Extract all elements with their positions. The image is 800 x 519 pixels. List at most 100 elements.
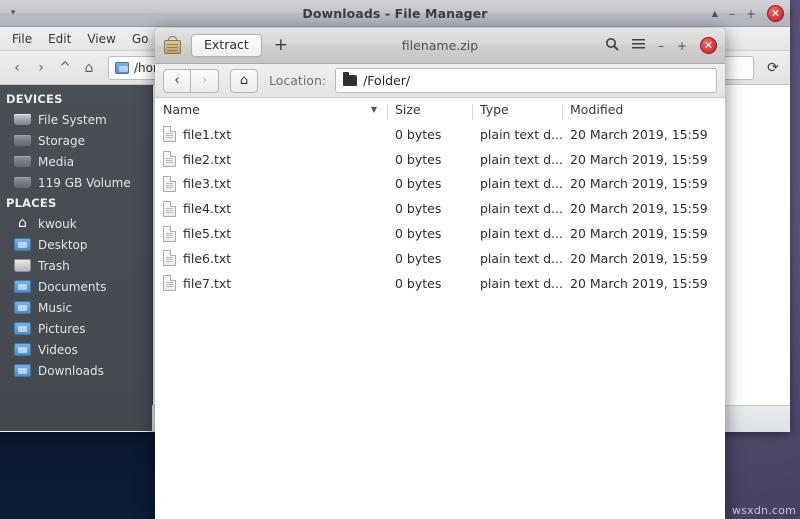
archive-home-button[interactable]: ⌂: [230, 69, 258, 93]
sidebar-item-music[interactable]: Music: [0, 297, 152, 318]
column-header-modified[interactable]: Modified: [562, 102, 725, 117]
cell-size: 0 bytes: [387, 152, 472, 167]
table-row[interactable]: file4.txt0 bytesplain text d...20 March …: [155, 196, 725, 221]
file-manager-window-controls[interactable]: ▲ – + ✕: [712, 0, 784, 27]
back-icon[interactable]: ‹: [6, 57, 28, 79]
extract-button[interactable]: Extract: [191, 34, 262, 57]
hamburger-menu-icon[interactable]: [632, 38, 645, 53]
file-manager-titlebar[interactable]: ▾ Downloads - File Manager ▲ – + ✕: [0, 0, 790, 27]
forward-icon[interactable]: ›: [30, 57, 52, 79]
archive-maximize-button[interactable]: +: [677, 40, 687, 52]
archive-manager-window[interactable]: Extract + filename.zip – + ✕: [155, 28, 725, 519]
sidebar-item-label: File System: [38, 113, 107, 127]
table-row[interactable]: file5.txt0 bytesplain text d...20 March …: [155, 221, 725, 246]
sidebar-item-label: Documents: [38, 280, 106, 294]
text-file-icon: [163, 151, 176, 167]
cell-modified: 20 March 2019, 15:59: [562, 201, 725, 216]
up-icon[interactable]: ^: [54, 57, 76, 79]
archive-column-headers[interactable]: Name ▼ Size Type Modified: [155, 98, 725, 122]
maximize-button[interactable]: +: [746, 8, 756, 20]
file-name-label: file7.txt: [183, 276, 231, 291]
cell-name[interactable]: file2.txt: [155, 151, 387, 167]
archive-location-bar[interactable]: ‹ › ⌂ Location: /Folder/: [155, 64, 725, 98]
column-header-type[interactable]: Type: [472, 102, 562, 117]
sidebar-item-label: Videos: [38, 343, 78, 357]
table-row[interactable]: file3.txt0 bytesplain text d...20 March …: [155, 172, 725, 197]
sidebar-item-label: Storage: [38, 134, 85, 148]
archive-forward-button[interactable]: ›: [191, 69, 219, 93]
sidebar-item-downloads[interactable]: Downloads: [0, 360, 152, 381]
file-name-label: file5.txt: [183, 226, 231, 241]
archive-minimize-button[interactable]: –: [658, 40, 664, 52]
home-icon: ⌂: [14, 216, 31, 231]
text-file-icon: [163, 176, 176, 192]
sidebar-item-119gb-volume[interactable]: 119 GB Volume: [0, 172, 152, 193]
table-row[interactable]: file2.txt0 bytesplain text d...20 March …: [155, 147, 725, 172]
sidebar-item-storage[interactable]: Storage: [0, 130, 152, 151]
archive-headerbar[interactable]: Extract + filename.zip – + ✕: [155, 28, 725, 64]
cell-name[interactable]: file3.txt: [155, 176, 387, 192]
unmaximize-button[interactable]: ▲: [712, 10, 718, 18]
menu-item-file[interactable]: File: [4, 30, 40, 48]
location-input[interactable]: /Folder/: [335, 68, 717, 93]
column-header-name[interactable]: Name ▼: [155, 102, 387, 117]
file-manager-sidebar[interactable]: DEVICES File System Storage Media 119 GB…: [0, 85, 152, 431]
text-file-icon: [163, 201, 176, 217]
menu-item-go[interactable]: Go: [124, 30, 157, 48]
archive-nav-buttons[interactable]: ‹ ›: [163, 69, 219, 93]
file-name-label: file3.txt: [183, 176, 231, 191]
cell-size: 0 bytes: [387, 176, 472, 191]
sidebar-item-documents[interactable]: Documents: [0, 276, 152, 297]
cell-name[interactable]: file4.txt: [155, 201, 387, 217]
cell-size: 0 bytes: [387, 251, 472, 266]
sidebar-item-desktop[interactable]: Desktop: [0, 234, 152, 255]
sidebar-item-label: 119 GB Volume: [38, 176, 131, 190]
archive-close-button[interactable]: ✕: [700, 37, 717, 54]
sidebar-item-label: Pictures: [38, 322, 86, 336]
table-row[interactable]: file6.txt0 bytesplain text d...20 March …: [155, 246, 725, 271]
sidebar-item-label: Media: [38, 155, 74, 169]
sidebar-item-file-system[interactable]: File System: [0, 109, 152, 130]
table-row[interactable]: file1.txt0 bytesplain text d...20 March …: [155, 122, 725, 147]
cell-modified: 20 March 2019, 15:59: [562, 226, 725, 241]
cell-modified: 20 March 2019, 15:59: [562, 127, 725, 142]
sort-descending-icon[interactable]: ▼: [371, 105, 377, 114]
sidebar-heading-places: PLACES: [0, 193, 152, 213]
cell-type: plain text d...: [472, 226, 562, 241]
archive-window-controls[interactable]: – + ✕: [605, 37, 717, 54]
cell-modified: 20 March 2019, 15:59: [562, 152, 725, 167]
sidebar-item-media[interactable]: Media: [0, 151, 152, 172]
sidebar-item-videos[interactable]: Videos: [0, 339, 152, 360]
cell-type: plain text d...: [472, 251, 562, 266]
reload-icon[interactable]: ⟳: [762, 57, 784, 79]
archive-back-button[interactable]: ‹: [163, 69, 191, 93]
archive-icon: [163, 36, 183, 56]
sidebar-heading-devices: DEVICES: [0, 89, 152, 109]
sidebar-item-kwouk[interactable]: ⌂ kwouk: [0, 213, 152, 234]
cell-type: plain text d...: [472, 152, 562, 167]
menu-item-edit[interactable]: Edit: [40, 30, 79, 48]
file-name-label: file1.txt: [183, 127, 231, 142]
cell-name[interactable]: file1.txt: [155, 126, 387, 142]
cell-name[interactable]: file7.txt: [155, 275, 387, 291]
archive-file-list[interactable]: file1.txt0 bytesplain text d...20 March …: [155, 122, 725, 296]
sidebar-item-pictures[interactable]: Pictures: [0, 318, 152, 339]
trash-icon: [14, 258, 31, 273]
sidebar-item-label: Desktop: [38, 238, 88, 252]
sidebar-item-trash[interactable]: Trash: [0, 255, 152, 276]
add-files-button[interactable]: +: [270, 37, 292, 54]
site-watermark: wsxdn.com: [732, 504, 796, 517]
search-icon[interactable]: [605, 37, 619, 54]
home-icon[interactable]: ⌂: [78, 57, 100, 79]
minimize-button[interactable]: –: [729, 8, 735, 20]
menu-item-view[interactable]: View: [79, 30, 123, 48]
folder-icon: [14, 363, 31, 378]
column-header-size[interactable]: Size: [387, 102, 472, 117]
cell-size: 0 bytes: [387, 127, 472, 142]
cell-name[interactable]: file6.txt: [155, 250, 387, 266]
table-row[interactable]: file7.txt0 bytesplain text d...20 March …: [155, 271, 725, 296]
cell-name[interactable]: file5.txt: [155, 226, 387, 242]
file-manager-title: Downloads - File Manager: [0, 6, 790, 21]
sidebar-item-label: Music: [38, 301, 72, 315]
close-button[interactable]: ✕: [767, 5, 784, 22]
